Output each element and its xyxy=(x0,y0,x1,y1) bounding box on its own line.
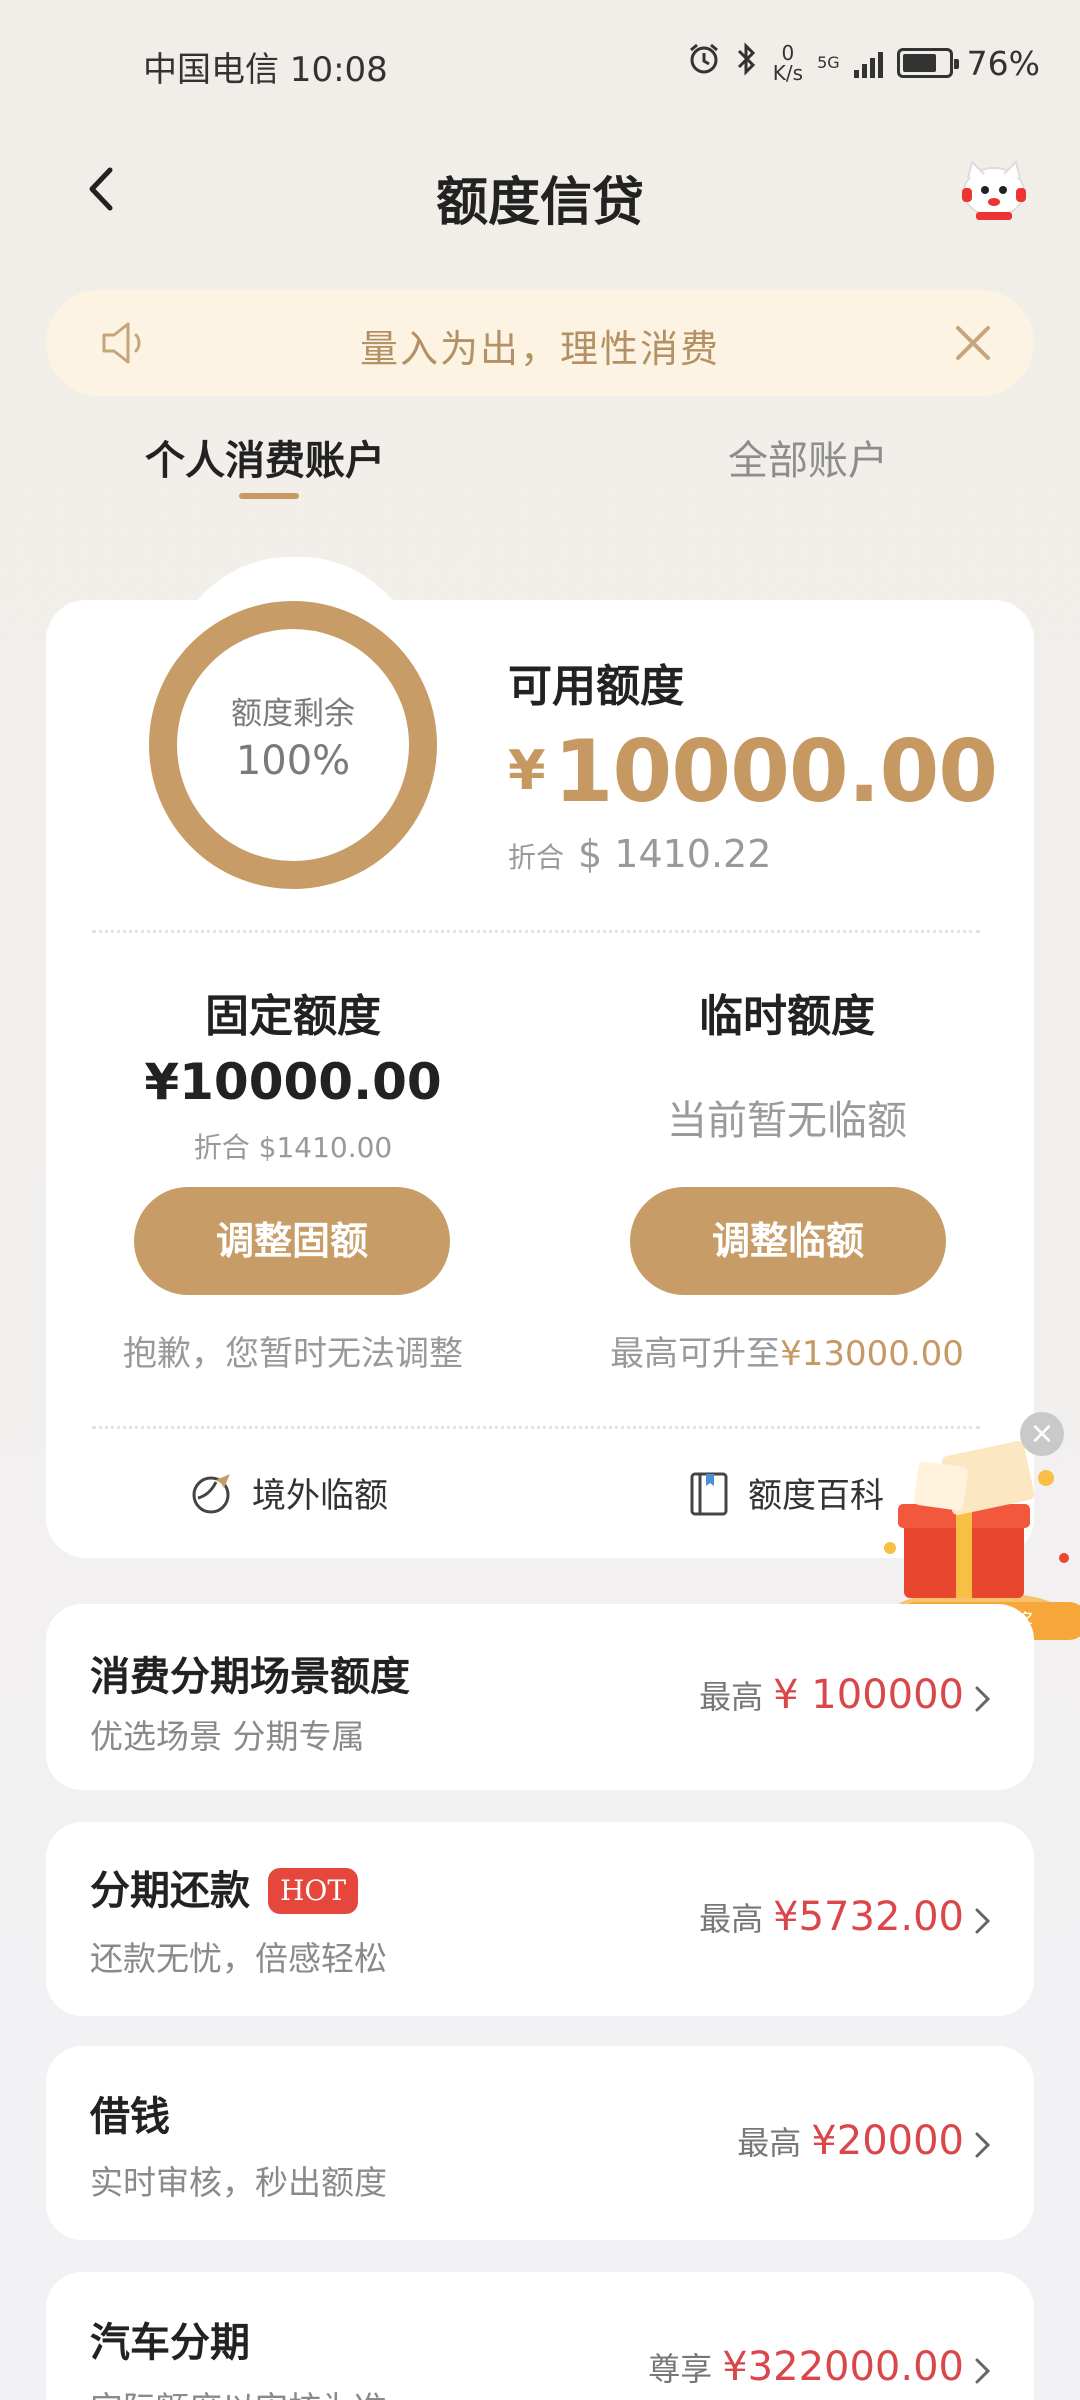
temporary-title: 临时额度 xyxy=(699,991,875,1042)
battery-icon xyxy=(896,48,959,78)
adjust-fixed-button[interactable]: 调整固额 xyxy=(134,1187,450,1295)
product-limit: 最高 ¥20000 xyxy=(737,2118,964,2164)
product-subtitle: 优选场景 分期专属 xyxy=(90,1717,365,1756)
product-title-row: 分期还款 HOT xyxy=(90,1858,358,1916)
chevron-right-icon xyxy=(975,1686,991,1712)
ring-label: 额度剩余 xyxy=(231,696,355,732)
net-speed: 0 K/s xyxy=(773,43,803,83)
temporary-status: 当前暂无临额 xyxy=(667,1098,907,1144)
network-type: 5G xyxy=(817,53,840,72)
product-subtitle: 实时审核，秒出额度 xyxy=(90,2163,387,2202)
available-usd-value: $ 1410.22 xyxy=(578,832,772,876)
net-speed-unit: K/s xyxy=(772,61,804,85)
product-title: 消费分期场景额度 xyxy=(90,1654,410,1700)
temporary-note-amount: ¥13000.00 xyxy=(780,1334,964,1374)
product-subtitle: 还款无忧，倍感轻松 xyxy=(90,1939,387,1978)
page-title: 额度信贷 xyxy=(435,173,644,233)
product-subtitle: 实际额度以审核为准 xyxy=(90,2382,387,2400)
ring-percent: 100% xyxy=(235,738,351,784)
available-amount: ¥10000.00 xyxy=(508,722,999,822)
bluetooth-icon xyxy=(735,42,759,84)
notice-banner: 量入为出，理性消费 xyxy=(46,290,1034,396)
product-limit-amount: ¥5732.00 xyxy=(773,1894,964,1940)
fixed-amount: ¥10000.00 xyxy=(144,1053,442,1111)
alarm-icon xyxy=(687,42,721,84)
product-limit-amount: ¥20000 xyxy=(811,2118,964,2164)
tab-personal-account[interactable]: 个人消费账户 xyxy=(145,428,385,486)
product-limit-prefix: 最高 xyxy=(737,2124,802,2162)
available-usd-label: 折合 xyxy=(508,841,565,874)
promo-close-button[interactable]: × xyxy=(1020,1412,1064,1456)
overseas-temp-label: 境外临额 xyxy=(252,1476,388,1516)
product-limit-prefix: 尊享 xyxy=(648,2350,713,2388)
product-card-installment-repay[interactable]: 分期还款 HOT 还款无忧，倍感轻松 最高 ¥5732.00 xyxy=(46,1822,1034,2016)
product-title: 汽车分期 xyxy=(90,2320,250,2366)
temporary-note: 最高可升至¥13000.00 xyxy=(540,1326,1034,1375)
divider xyxy=(92,930,980,933)
product-limit: 最高 ¥ 100000 xyxy=(699,1672,964,1718)
signal-icon xyxy=(853,48,883,78)
product-limit-amount: ¥ 100000 xyxy=(773,1672,964,1718)
product-limit-prefix: 最高 xyxy=(699,1678,764,1716)
credit-wiki-link[interactable]: 额度百科 xyxy=(686,1468,884,1517)
active-tab-indicator xyxy=(239,493,299,499)
credit-wiki-label: 额度百科 xyxy=(748,1476,884,1516)
available-usd: 折合 $ 1410.22 xyxy=(508,832,771,876)
divider xyxy=(92,1426,980,1429)
fixed-usd: 折合 $1410.00 xyxy=(193,1131,393,1164)
available-label: 可用额度 xyxy=(508,661,684,712)
assistant-button[interactable] xyxy=(958,158,1030,220)
nav-bar: 额度信贷 xyxy=(0,140,1080,240)
chevron-right-icon xyxy=(975,2132,991,2158)
battery-percent: 76% xyxy=(966,43,1040,83)
product-title: 分期还款 xyxy=(90,1868,250,1914)
available-value: 10000.00 xyxy=(553,722,999,822)
product-limit: 最高 ¥5732.00 xyxy=(699,1894,964,1940)
book-icon xyxy=(690,1472,728,1515)
hot-badge: HOT xyxy=(268,1868,358,1914)
status-icons: 0 K/s 5G 76% xyxy=(687,42,1040,84)
notice-close-button[interactable] xyxy=(948,318,998,368)
close-icon xyxy=(956,326,990,360)
fixed-title: 固定额度 xyxy=(205,991,381,1042)
product-card-auto-loan[interactable]: 汽车分期 实际额度以审核为准 尊享¥322000.00 xyxy=(46,2272,1034,2400)
chevron-right-icon xyxy=(975,1908,991,1934)
fixed-note: 抱歉，您暂时无法调整 xyxy=(123,1334,463,1374)
status-bar: 中国电信 10:08 0 K/s 5G 76% xyxy=(0,0,1080,130)
carrier-time: 中国电信 10:08 xyxy=(143,50,388,90)
product-limit-prefix: 最高 xyxy=(699,1900,764,1938)
temporary-note-prefix: 最高可升至 xyxy=(610,1334,781,1374)
overseas-temp-link[interactable]: 境外临额 xyxy=(190,1468,388,1517)
available-currency: ¥ xyxy=(508,739,546,802)
adjust-temporary-button[interactable]: 调整临额 xyxy=(630,1187,946,1295)
chevron-right-icon xyxy=(975,2358,991,2384)
globe-plane-icon xyxy=(192,1473,230,1513)
notice-text: 量入为出，理性消费 xyxy=(359,327,720,371)
battery-level xyxy=(902,54,937,72)
product-limit: 尊享 ¥322000.00 xyxy=(648,2344,964,2390)
tab-all-accounts[interactable]: 全部账户 xyxy=(728,428,888,486)
product-card-borrow[interactable]: 借钱 实时审核，秒出额度 最高 ¥20000 xyxy=(46,2046,1034,2240)
product-limit-amount: ¥322000.00 xyxy=(722,2344,964,2390)
product-title: 借钱 xyxy=(90,2094,170,2140)
product-card-installment-scene[interactable]: 消费分期场景额度 优选场景 分期专属 最高 ¥ 100000 xyxy=(46,1604,1034,1790)
mascot-icon xyxy=(962,160,1026,220)
